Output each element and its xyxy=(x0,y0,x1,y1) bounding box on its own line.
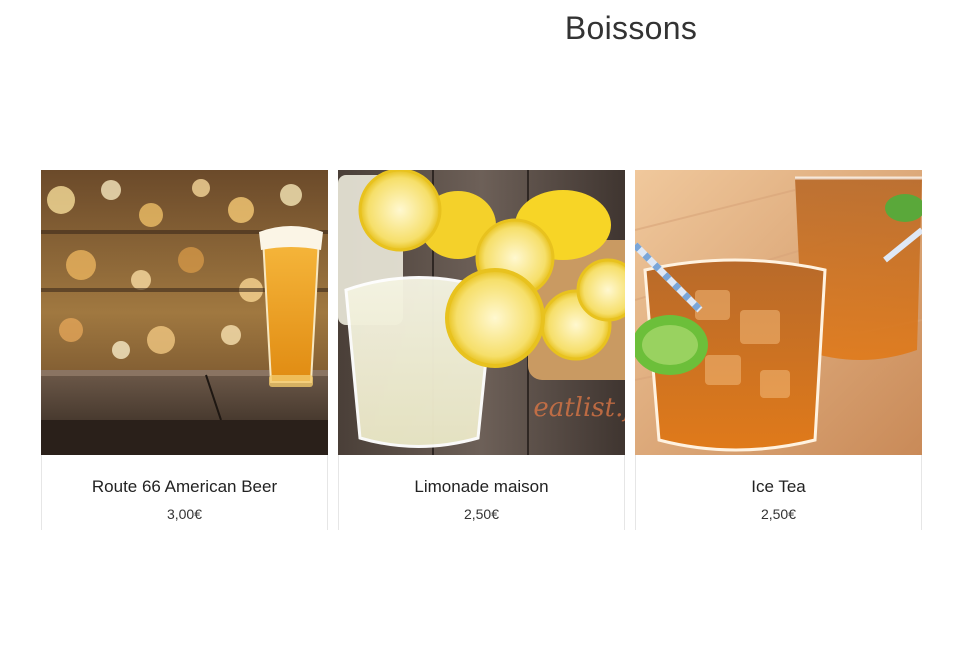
page-title: Boissons xyxy=(564,10,698,46)
product-name[interactable]: Route 66 American Beer xyxy=(42,477,327,497)
product-name[interactable]: Ice Tea xyxy=(636,477,921,497)
product-card[interactable]: Ice Tea 2,50€ xyxy=(635,170,922,530)
product-image-beer[interactable] xyxy=(41,170,328,455)
product-card[interactable]: eatlist.f Limonade maison 2,50€ xyxy=(338,170,625,530)
product-price: 2,50€ xyxy=(463,506,500,522)
product-price: 2,50€ xyxy=(760,506,797,522)
watermark: eatlist.f xyxy=(533,393,625,423)
product-image-ice-tea[interactable] xyxy=(635,170,922,455)
product-name[interactable]: Limonade maison xyxy=(339,477,624,497)
product-price: 3,00€ xyxy=(166,506,203,522)
page-header: Boissons xyxy=(0,0,974,60)
product-card[interactable]: Route 66 American Beer 3,00€ xyxy=(41,170,328,530)
product-image-lemonade[interactable]: eatlist.f xyxy=(338,170,625,455)
product-grid: Route 66 American Beer 3,00€ eatlist.f L… xyxy=(41,170,922,530)
